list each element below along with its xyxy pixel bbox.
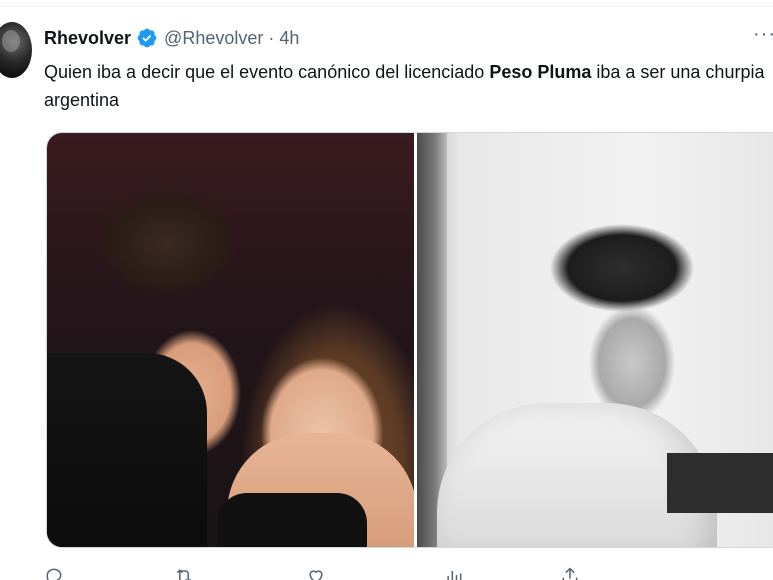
tweet-actions: [44, 566, 773, 580]
like-button[interactable]: [306, 566, 326, 580]
tweet-text: Quien iba a decir que el evento canónico…: [44, 58, 773, 114]
avatar[interactable]: [0, 22, 32, 78]
tweet-text-part1: Quien iba a decir que el evento canónico…: [44, 62, 490, 82]
views-icon: [447, 571, 462, 580]
tweet-text-mention-bold: Peso Pluma: [489, 62, 592, 82]
separator-dot: ·: [268, 28, 275, 48]
share-icon: [562, 567, 578, 580]
reply-button[interactable]: [44, 566, 64, 580]
photo-left-jacket: [47, 353, 207, 547]
tweet-header: Rhevolver @Rhevolver · 4h: [44, 26, 299, 50]
share-button[interactable]: [560, 566, 580, 580]
media-grid: [46, 132, 773, 548]
reply-icon: [46, 568, 62, 580]
verified-badge-icon: [136, 27, 158, 49]
timestamp[interactable]: 4h: [279, 27, 299, 49]
retweet-button[interactable]: [174, 566, 194, 580]
like-icon: [309, 570, 323, 580]
photo-right-piano: [667, 453, 773, 513]
photo-left-dress: [217, 493, 367, 547]
retweet-icon: [176, 569, 192, 580]
more-icon[interactable]: ···: [753, 24, 773, 48]
photo-right[interactable]: [417, 133, 773, 547]
author-handle[interactable]: @Rhevolver: [164, 27, 263, 49]
divider: [0, 6, 773, 7]
photo-left[interactable]: [47, 133, 414, 547]
author-display-name[interactable]: Rhevolver: [44, 27, 131, 49]
views-button[interactable]: [444, 566, 464, 580]
tweet-card[interactable]: Rhevolver @Rhevolver · 4h ··· Quien iba …: [0, 0, 773, 580]
